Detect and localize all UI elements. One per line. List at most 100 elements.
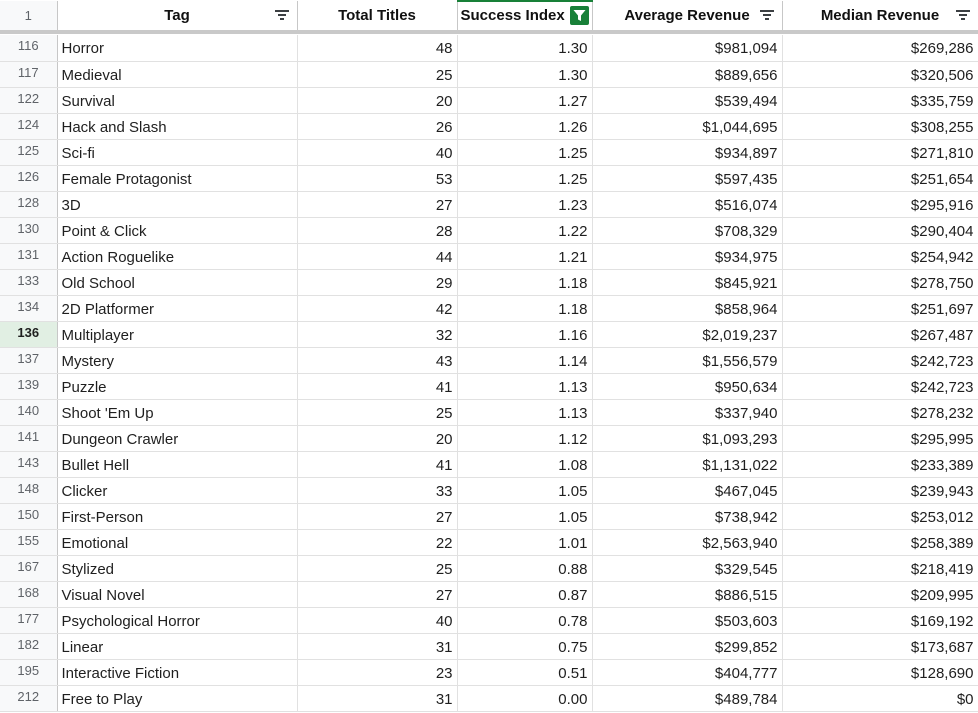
freeze-divider[interactable]: [0, 30, 978, 34]
row-number[interactable]: 141: [0, 425, 58, 452]
cell-success-index[interactable]: 1.18: [457, 295, 593, 322]
cell-total-titles[interactable]: 31: [297, 633, 458, 660]
cell-median-revenue[interactable]: $169,192: [782, 607, 978, 634]
cell-median-revenue[interactable]: $308,255: [782, 113, 978, 140]
cell-success-index[interactable]: 1.14: [457, 347, 593, 374]
cell-total-titles[interactable]: 40: [297, 607, 458, 634]
cell-total-titles[interactable]: 25: [297, 555, 458, 582]
cell-tag[interactable]: Stylized: [57, 555, 298, 582]
cell-tag[interactable]: Visual Novel: [57, 581, 298, 608]
cell-success-index[interactable]: 1.27: [457, 87, 593, 114]
cell-tag[interactable]: Medieval: [57, 61, 298, 88]
cell-tag[interactable]: Female Protagonist: [57, 165, 298, 192]
cell-median-revenue[interactable]: $271,810: [782, 139, 978, 166]
cell-tag[interactable]: Horror: [57, 35, 298, 62]
row-number[interactable]: 128: [0, 191, 58, 218]
cell-success-index[interactable]: 1.16: [457, 321, 593, 348]
cell-average-revenue[interactable]: $489,784: [592, 685, 783, 712]
cell-success-index[interactable]: 0.00: [457, 685, 593, 712]
cell-tag[interactable]: Free to Play: [57, 685, 298, 712]
cell-tag[interactable]: 2D Platformer: [57, 295, 298, 322]
cell-total-titles[interactable]: 31: [297, 685, 458, 712]
cell-average-revenue[interactable]: $503,603: [592, 607, 783, 634]
cell-median-revenue[interactable]: $209,995: [782, 581, 978, 608]
row-number[interactable]: 116: [0, 35, 58, 62]
cell-success-index[interactable]: 1.13: [457, 373, 593, 400]
cell-average-revenue[interactable]: $845,921: [592, 269, 783, 296]
cell-median-revenue[interactable]: $258,389: [782, 529, 978, 556]
cell-total-titles[interactable]: 40: [297, 139, 458, 166]
cell-success-index[interactable]: 1.25: [457, 165, 593, 192]
cell-median-revenue[interactable]: $253,012: [782, 503, 978, 530]
cell-success-index[interactable]: 0.51: [457, 659, 593, 686]
filter-icon[interactable]: [759, 9, 774, 21]
row-number[interactable]: 130: [0, 217, 58, 244]
cell-tag[interactable]: Clicker: [57, 477, 298, 504]
cell-average-revenue[interactable]: $738,942: [592, 503, 783, 530]
cell-success-index[interactable]: 1.25: [457, 139, 593, 166]
cell-average-revenue[interactable]: $329,545: [592, 555, 783, 582]
filter-icon[interactable]: [274, 9, 289, 21]
cell-median-revenue[interactable]: $242,723: [782, 373, 978, 400]
cell-tag[interactable]: Mystery: [57, 347, 298, 374]
cell-total-titles[interactable]: 20: [297, 425, 458, 452]
row-number[interactable]: 177: [0, 607, 58, 634]
row-number[interactable]: 133: [0, 269, 58, 296]
row-number[interactable]: 167: [0, 555, 58, 582]
cell-total-titles[interactable]: 25: [297, 399, 458, 426]
cell-success-index[interactable]: 1.22: [457, 217, 593, 244]
cell-total-titles[interactable]: 27: [297, 191, 458, 218]
row-number[interactable]: 131: [0, 243, 58, 270]
cell-median-revenue[interactable]: $251,654: [782, 165, 978, 192]
row-number[interactable]: 126: [0, 165, 58, 192]
cell-average-revenue[interactable]: $934,897: [592, 139, 783, 166]
cell-median-revenue[interactable]: $251,697: [782, 295, 978, 322]
cell-average-revenue[interactable]: $934,975: [592, 243, 783, 270]
cell-tag[interactable]: Action Roguelike: [57, 243, 298, 270]
cell-success-index[interactable]: 1.23: [457, 191, 593, 218]
cell-median-revenue[interactable]: $290,404: [782, 217, 978, 244]
cell-average-revenue[interactable]: $981,094: [592, 35, 783, 62]
cell-tag[interactable]: Old School: [57, 269, 298, 296]
cell-total-titles[interactable]: 41: [297, 451, 458, 478]
cell-average-revenue[interactable]: $858,964: [592, 295, 783, 322]
cell-median-revenue[interactable]: $335,759: [782, 87, 978, 114]
row-number[interactable]: 212: [0, 685, 58, 712]
row-number[interactable]: 148: [0, 477, 58, 504]
cell-average-revenue[interactable]: $2,563,940: [592, 529, 783, 556]
cell-success-index[interactable]: 1.13: [457, 399, 593, 426]
cell-average-revenue[interactable]: $886,515: [592, 581, 783, 608]
cell-median-revenue[interactable]: $254,942: [782, 243, 978, 270]
row-number[interactable]: 122: [0, 87, 58, 114]
cell-success-index[interactable]: 0.87: [457, 581, 593, 608]
cell-total-titles[interactable]: 41: [297, 373, 458, 400]
cell-total-titles[interactable]: 20: [297, 87, 458, 114]
cell-average-revenue[interactable]: $1,556,579: [592, 347, 783, 374]
cell-success-index[interactable]: 1.18: [457, 269, 593, 296]
cell-average-revenue[interactable]: $516,074: [592, 191, 783, 218]
cell-success-index[interactable]: 1.26: [457, 113, 593, 140]
row-number[interactable]: 136: [0, 321, 58, 348]
cell-success-index[interactable]: 1.30: [457, 35, 593, 62]
cell-median-revenue[interactable]: $239,943: [782, 477, 978, 504]
cell-median-revenue[interactable]: $267,487: [782, 321, 978, 348]
cell-average-revenue[interactable]: $539,494: [592, 87, 783, 114]
cell-median-revenue[interactable]: $173,687: [782, 633, 978, 660]
cell-success-index[interactable]: 0.88: [457, 555, 593, 582]
row-number[interactable]: 168: [0, 581, 58, 608]
cell-total-titles[interactable]: 32: [297, 321, 458, 348]
row-number[interactable]: 195: [0, 659, 58, 686]
cell-tag[interactable]: 3D: [57, 191, 298, 218]
cell-tag[interactable]: Psychological Horror: [57, 607, 298, 634]
cell-median-revenue[interactable]: $320,506: [782, 61, 978, 88]
cell-average-revenue[interactable]: $404,777: [592, 659, 783, 686]
row-number[interactable]: 150: [0, 503, 58, 530]
cell-total-titles[interactable]: 44: [297, 243, 458, 270]
cell-total-titles[interactable]: 48: [297, 35, 458, 62]
cell-success-index[interactable]: 1.01: [457, 529, 593, 556]
cell-median-revenue[interactable]: $269,286: [782, 35, 978, 62]
cell-median-revenue[interactable]: $278,232: [782, 399, 978, 426]
cell-total-titles[interactable]: 25: [297, 61, 458, 88]
row-number[interactable]: 134: [0, 295, 58, 322]
row-number[interactable]: 143: [0, 451, 58, 478]
